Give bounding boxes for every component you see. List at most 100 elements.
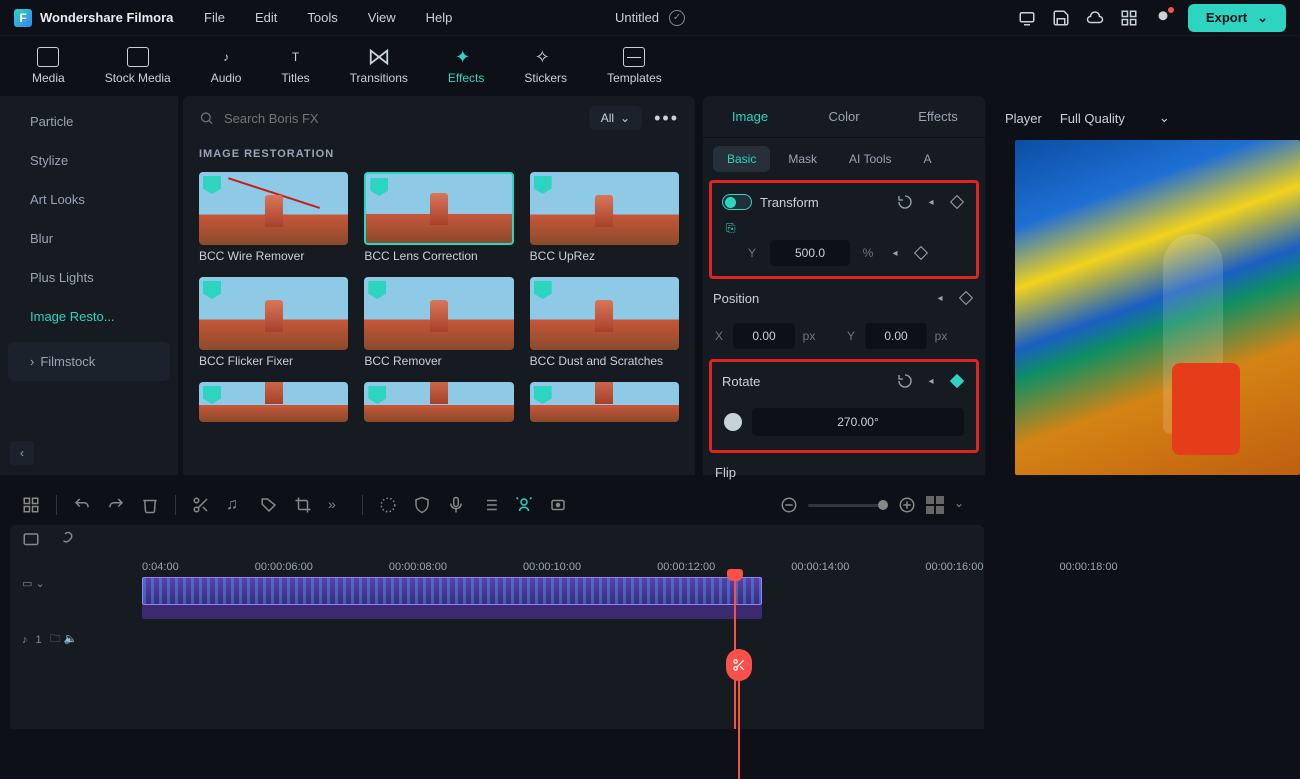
inspector-tab-effects[interactable]: Effects (891, 96, 985, 137)
subtab-basic[interactable]: Basic (713, 146, 770, 172)
menu-tools[interactable]: Tools (307, 10, 337, 25)
cut-icon[interactable] (192, 496, 210, 514)
subtab-more[interactable]: A (909, 146, 945, 172)
video-preview[interactable] (1015, 140, 1300, 475)
tab-transitions[interactable]: Transitions (350, 47, 408, 85)
keyframe-diamond-active-icon[interactable] (948, 372, 966, 390)
rotate-slider[interactable] (724, 413, 742, 431)
tab-stock-media[interactable]: Stock Media (105, 47, 171, 85)
effect-card[interactable]: BCC Dust and Scratches (530, 277, 679, 368)
subtab-ai-tools[interactable]: AI Tools (835, 146, 905, 172)
search-input[interactable] (224, 111, 577, 126)
timeline-view-icon[interactable] (926, 496, 944, 514)
prev-keyframe-icon[interactable]: ◂ (931, 289, 949, 307)
y-value-input[interactable] (770, 240, 850, 266)
tab-media[interactable]: Media (32, 47, 65, 85)
y2-value-input[interactable] (865, 323, 927, 349)
record-frame-icon[interactable] (549, 496, 567, 514)
cloud-icon[interactable] (1086, 9, 1104, 27)
more-tools-icon[interactable]: » (328, 496, 346, 514)
logo-icon: F (14, 9, 32, 27)
reset-transform-icon[interactable] (896, 193, 914, 211)
music-note-icon[interactable]: ♫ (226, 496, 244, 514)
sidebar-item-art-looks[interactable]: Art Looks (0, 180, 178, 219)
effect-card[interactable] (530, 382, 679, 422)
chevron-down-icon[interactable]: ⌄ (954, 496, 972, 514)
effect-card[interactable]: BCC Remover (364, 277, 513, 368)
redo-icon[interactable] (107, 496, 125, 514)
effect-card[interactable] (199, 382, 348, 422)
inspector-tab-color[interactable]: Color (797, 96, 891, 137)
keyframe-diamond-icon[interactable] (957, 289, 975, 307)
effect-card[interactable]: BCC UpRez (530, 172, 679, 263)
prev-keyframe-icon[interactable]: ◂ (886, 244, 904, 262)
zoom-slider[interactable] (808, 504, 888, 507)
zoom-in-icon[interactable] (898, 496, 916, 514)
keyframe-diamond-icon[interactable] (948, 193, 966, 211)
filter-all-dropdown[interactable]: All⌄ (589, 106, 642, 130)
quality-dropdown[interactable]: Full Quality⌄ (1060, 110, 1170, 126)
effects-content: All⌄ ••• IMAGE RESTORATION BCC Wire Remo… (182, 96, 695, 475)
premium-badge-icon (370, 178, 388, 196)
link-icon[interactable]: ⎘ (712, 221, 976, 236)
sidebar-item-plus-lights[interactable]: Plus Lights (0, 258, 178, 297)
menu-edit[interactable]: Edit (255, 10, 277, 25)
list-icon[interactable] (481, 496, 499, 514)
apps-icon[interactable] (1120, 9, 1138, 27)
inspector-tab-image[interactable]: Image (703, 96, 797, 137)
sidebar-section-filmstock[interactable]: ›Filmstock (8, 342, 170, 381)
tab-stickers[interactable]: ✧Stickers (524, 47, 567, 85)
effect-card[interactable] (364, 382, 513, 422)
rotate-value-input[interactable] (752, 408, 964, 436)
tab-effects[interactable]: ✦Effects (448, 47, 484, 85)
timeline-body[interactable]: ▭ ⌄ ♪ 1 🗀 🔈 (10, 577, 984, 729)
crop-icon[interactable] (294, 496, 312, 514)
reset-rotate-icon[interactable] (896, 372, 914, 390)
delete-icon[interactable] (141, 496, 159, 514)
sidebar-item-image-restoration[interactable]: Image Resto... (0, 297, 178, 336)
menu-view[interactable]: View (368, 10, 396, 25)
export-button[interactable]: Export⌄ (1188, 4, 1286, 32)
unlink-icon[interactable] (56, 531, 74, 549)
effect-card[interactable]: BCC Flicker Fixer (199, 277, 348, 368)
video-clip-edge[interactable] (142, 605, 762, 619)
saved-check-icon: ✓ (669, 10, 685, 26)
tab-templates[interactable]: Templates (607, 47, 662, 85)
sidebar-item-blur[interactable]: Blur (0, 219, 178, 258)
tag-icon[interactable] (260, 496, 278, 514)
track-header-icon[interactable] (22, 531, 40, 549)
shield-icon[interactable] (413, 496, 431, 514)
effect-card[interactable]: BCC Lens Correction (364, 172, 513, 263)
tab-titles[interactable]: TTitles (281, 47, 309, 85)
notification-icon[interactable] (1154, 9, 1172, 27)
save-icon[interactable] (1052, 9, 1070, 27)
x-value-input[interactable] (733, 323, 795, 349)
timeline-ruler[interactable]: 0:04:00 00:00:06:00 00:00:08:00 00:00:10… (10, 555, 984, 577)
tab-audio[interactable]: ♪Audio (211, 47, 242, 85)
zoom-out-icon[interactable] (780, 496, 798, 514)
undo-icon[interactable] (73, 496, 91, 514)
prev-keyframe-icon[interactable]: ◂ (922, 372, 940, 390)
menu-help[interactable]: Help (426, 10, 453, 25)
ai-cutout-icon[interactable] (515, 496, 533, 514)
keyframe-diamond-icon[interactable] (912, 244, 930, 262)
audio-track-header[interactable]: ♪ 1 🗀 🔈 (22, 630, 118, 649)
video-clip[interactable] (142, 577, 762, 605)
more-options-button[interactable]: ••• (654, 108, 679, 129)
cut-handle[interactable] (726, 649, 752, 681)
transform-toggle[interactable] (722, 194, 752, 210)
chevron-down-icon: ⌄ (620, 111, 630, 125)
speed-icon[interactable] (379, 496, 397, 514)
menu-file[interactable]: File (204, 10, 225, 25)
y2-unit: px (931, 329, 951, 343)
collapse-sidebar-button[interactable]: ‹ (10, 441, 34, 465)
display-icon[interactable] (1018, 9, 1036, 27)
sidebar-item-stylize[interactable]: Stylize (0, 141, 178, 180)
subtab-mask[interactable]: Mask (774, 146, 831, 172)
mic-icon[interactable] (447, 496, 465, 514)
sidebar-item-particle[interactable]: Particle (0, 102, 178, 141)
prev-keyframe-icon[interactable]: ◂ (922, 193, 940, 211)
video-track-header[interactable]: ▭ ⌄ (22, 577, 118, 590)
grid-apps-icon[interactable] (22, 496, 40, 514)
effect-card[interactable]: BCC Wire Remover (199, 172, 348, 263)
